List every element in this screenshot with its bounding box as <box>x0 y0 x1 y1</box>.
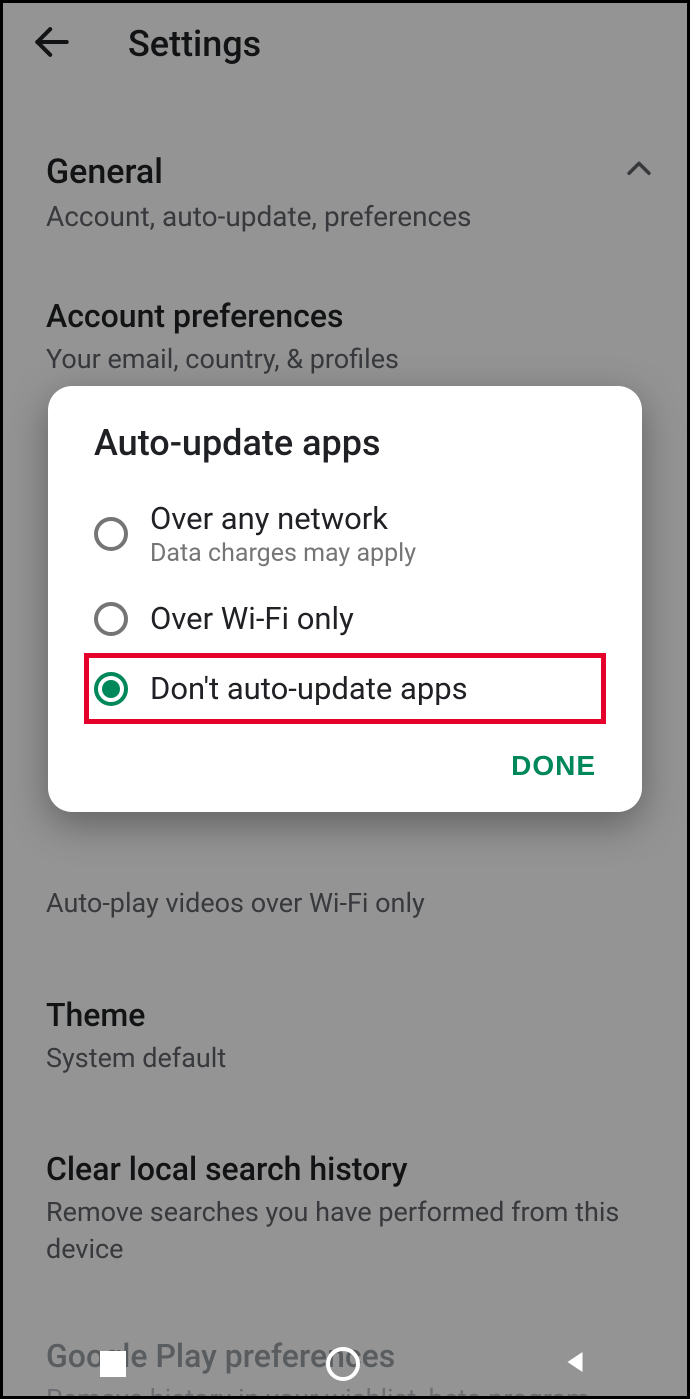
done-button[interactable]: DONE <box>511 750 596 782</box>
dialog-title: Auto-update apps <box>48 422 642 484</box>
item-autoplay[interactable]: Auto-play videos over Wi-Fi only <box>0 885 690 943</box>
radio-unselected-icon <box>94 517 128 551</box>
option-label: Over any network <box>150 500 416 537</box>
settings-screen: Settings General Account, auto-update, p… <box>0 0 690 1399</box>
item-theme-title: Theme <box>46 996 644 1034</box>
item-clear-subtitle: Remove searches you have performed from … <box>46 1194 644 1267</box>
option-label: Over Wi-Fi only <box>150 600 354 637</box>
item-account-preferences[interactable]: Account preferences Your email, country,… <box>0 275 690 399</box>
back-arrow-icon[interactable] <box>30 20 74 68</box>
option-over-wifi-only[interactable]: Over Wi-Fi only <box>48 584 642 653</box>
section-general-subtitle: Account, auto-update, preferences <box>46 200 472 233</box>
nav-recents-icon[interactable] <box>100 1351 126 1377</box>
item-clear-title: Clear local search history <box>46 1150 644 1188</box>
item-account-subtitle: Your email, country, & profiles <box>46 341 644 377</box>
app-bar: Settings <box>0 0 690 88</box>
item-account-title: Account preferences <box>46 297 644 335</box>
auto-update-dialog: Auto-update apps Over any network Data c… <box>48 386 642 812</box>
item-theme-subtitle: System default <box>46 1040 644 1076</box>
section-general[interactable]: General Account, auto-update, preference… <box>0 128 690 257</box>
radio-selected-icon <box>94 672 128 706</box>
option-sub: Data charges may apply <box>150 539 416 568</box>
option-dont-auto-update[interactable]: Don't auto-update apps <box>84 653 606 724</box>
section-general-title: General <box>46 152 472 192</box>
nav-back-icon[interactable] <box>560 1347 590 1381</box>
item-theme[interactable]: Theme System default <box>0 974 690 1098</box>
radio-unselected-icon <box>94 602 128 636</box>
android-nav-bar <box>0 1329 690 1399</box>
option-label: Don't auto-update apps <box>150 670 468 707</box>
item-autoplay-subtitle: Auto-play videos over Wi-Fi only <box>46 885 644 921</box>
nav-home-icon[interactable] <box>326 1347 360 1381</box>
chevron-up-icon <box>622 152 656 190</box>
page-title: Settings <box>128 23 261 65</box>
option-over-any-network[interactable]: Over any network Data charges may apply <box>48 484 642 584</box>
item-clear-history[interactable]: Clear local search history Remove search… <box>0 1128 690 1289</box>
